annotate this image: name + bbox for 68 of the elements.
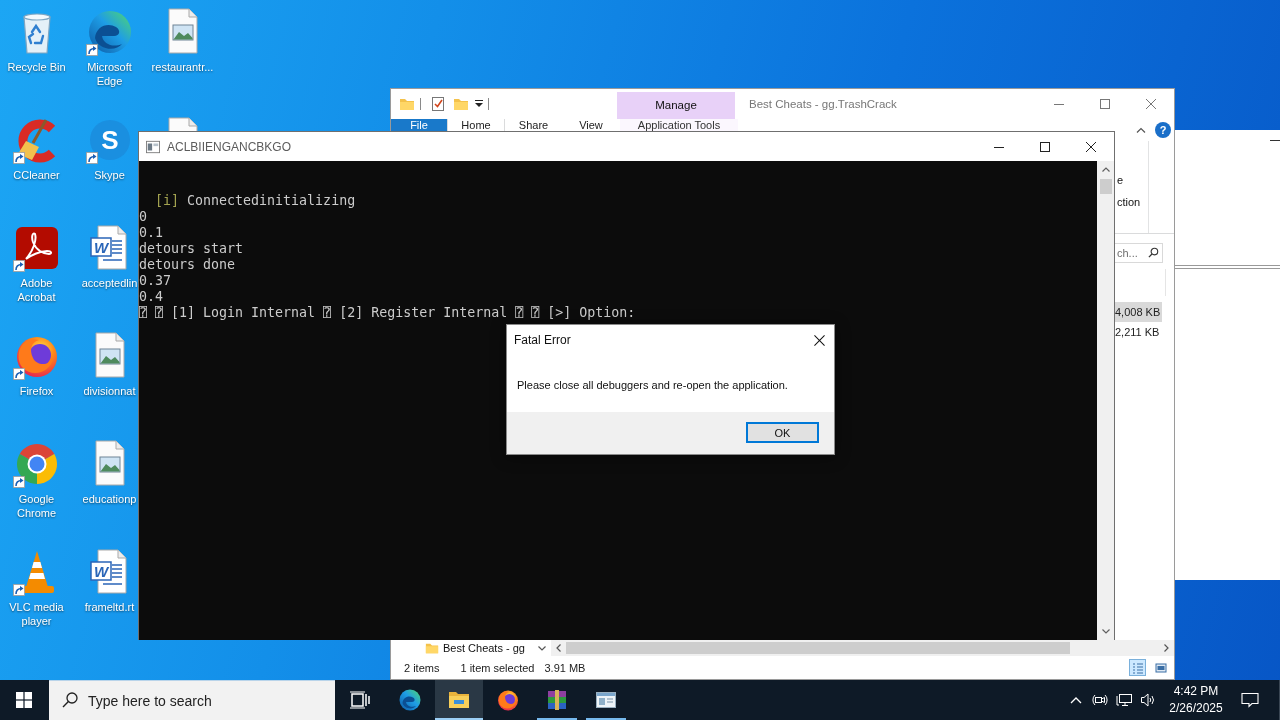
view-toggle-button[interactable] <box>1129 659 1146 676</box>
close-icon <box>1146 99 1156 109</box>
search-icon <box>62 692 78 708</box>
stacked-books-icon <box>545 688 569 712</box>
window-title: ACLBIIENGANCBKGO <box>167 139 292 154</box>
network-icon[interactable] <box>1116 692 1132 708</box>
desktop-icon-label[interactable]: frameltd.rt <box>84 600 135 614</box>
desktop-icon-label[interactable]: Adobe Acrobat <box>1 276 72 304</box>
folder-icon <box>425 641 439 655</box>
console-line: 0.4 <box>139 289 164 305</box>
speech-bubble-icon[interactable] <box>1241 692 1259 708</box>
ribbon-button-label[interactable]: ction <box>1117 195 1141 209</box>
search-field[interactable]: ch... <box>1115 243 1163 263</box>
ok-button[interactable]: OK <box>746 422 819 443</box>
console-line: detours start <box>139 241 244 257</box>
desktop-icon-label[interactable]: Firefox <box>19 384 54 398</box>
ribbon-tab[interactable]: View <box>562 119 620 132</box>
task-view-icon <box>348 688 372 712</box>
maximize-icon <box>1100 99 1110 109</box>
dialog-title: Fatal Error <box>514 333 571 347</box>
edge-icon <box>398 688 422 712</box>
console-line: 0.1 <box>139 225 164 241</box>
desktop-icon-label[interactable]: Skype <box>94 168 125 182</box>
desktop-icon-label[interactable]: VLC media player <box>1 600 72 628</box>
window-title: Best Cheats - gg.TrashCrack <box>749 98 897 110</box>
ribbon-button-label[interactable]: e <box>1117 173 1124 187</box>
file-size-cell[interactable]: 2,211 KB <box>1115 322 1162 342</box>
desktop-icon-label[interactable]: divisionnat <box>83 384 136 398</box>
desktop-icon-label[interactable]: Google Chrome <box>1 492 72 520</box>
large-icons-view-icon <box>1154 661 1167 674</box>
volume-icon[interactable] <box>1140 692 1156 708</box>
close-icon <box>1086 141 1096 152</box>
taskbar-app-button[interactable] <box>435 680 483 720</box>
desktop-icon-label[interactable]: restaurantr... <box>151 60 214 74</box>
properties-icon[interactable] <box>430 96 446 112</box>
ribbon-tab[interactable]: Share <box>505 119 562 132</box>
details-view-icon <box>1131 661 1144 674</box>
log-tag: [i] <box>155 193 180 209</box>
maximize-icon <box>1040 141 1050 152</box>
dialog-message: Please close all debuggers and re-open the application. <box>517 379 788 391</box>
close-icon[interactable] <box>814 334 825 346</box>
desktop-icon-label[interactable]: CCleaner <box>13 168 60 182</box>
desktop-icon-label[interactable]: educationp <box>82 492 137 506</box>
search-icon[interactable] <box>1148 247 1159 258</box>
selection-size: 3.91 MB <box>544 661 586 674</box>
windows-logo-icon <box>16 692 32 708</box>
search-field[interactable]: Type here to search <box>49 680 335 720</box>
navigation-item[interactable]: Best Cheats - gg <box>443 641 525 655</box>
item-count: 2 items <box>404 661 440 674</box>
camera-icon[interactable] <box>1092 692 1108 708</box>
clock-date[interactable]: 2/26/2025 <box>1169 700 1223 717</box>
console-line: 0.37 <box>139 273 172 289</box>
scrollbar-thumb[interactable] <box>1099 179 1112 194</box>
console-line: ⍰ ⍰ [1] Login Internal ⍰ [2] Register Internal ⍰ ⍰ [>] Option: <box>139 305 636 321</box>
contextual-tab-header[interactable]: Manage <box>617 92 735 119</box>
console-app-icon <box>146 139 160 154</box>
clock-time[interactable]: 4:42 PM <box>1173 683 1219 700</box>
desktop-icon-label[interactable]: Microsoft Edge <box>74 60 145 88</box>
help-button[interactable]: ? <box>1155 122 1171 138</box>
console-line: 0 <box>139 209 147 225</box>
file-size-cell[interactable]: 4,008 KB <box>1115 302 1162 322</box>
desktop-icon-label[interactable]: Recycle Bin <box>7 60 66 74</box>
console-line: detours done <box>139 257 236 273</box>
firefox-icon <box>496 688 520 712</box>
console-line: Connectedinitializing <box>187 193 356 209</box>
dropdown-arrow-icon[interactable] <box>475 100 483 108</box>
desktop-icon-label[interactable]: acceptedlin <box>81 276 138 290</box>
selection-status: 1 item selected <box>460 661 535 674</box>
